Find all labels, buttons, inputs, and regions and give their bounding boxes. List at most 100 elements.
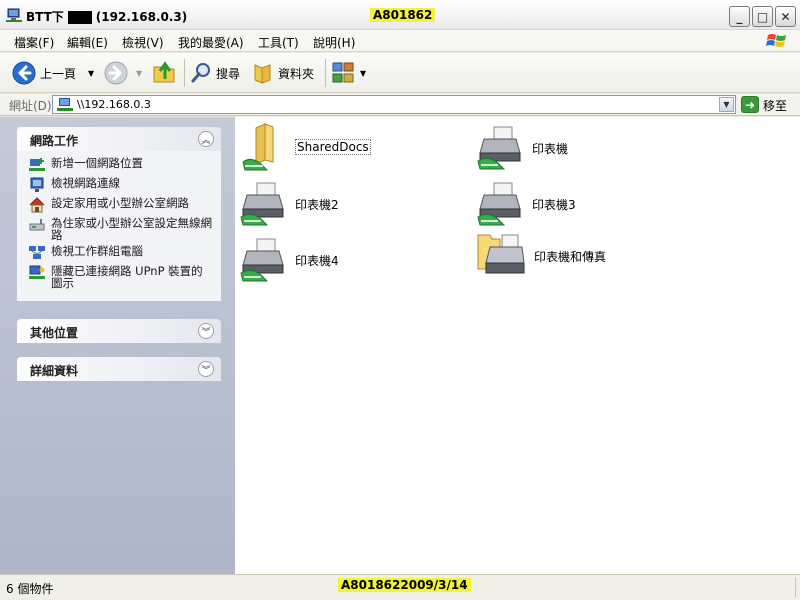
expand-chevron-icon[interactable]: ︾ [198,323,214,339]
shared-printer-icon [477,182,521,226]
network-tasks-title: 網路工作 [30,134,79,148]
shared-printer-icon [477,126,521,170]
workgroup-icon [29,246,45,259]
details-panel: 詳細資料 ︾ [17,357,221,381]
list-item[interactable]: 印表機 [476,125,568,171]
search-icon [191,63,210,83]
title-bar: BTT下 (192.168.0.3) A801862 _ □ ✕ [0,0,800,30]
forward-button[interactable]: ▼ [104,61,142,85]
back-arrow-icon [12,61,36,85]
maximize-button[interactable]: □ [752,6,773,27]
menu-help[interactable]: 說明(H) [313,34,355,51]
views-icon [332,62,354,83]
address-dropdown-icon[interactable]: ▼ [719,97,734,112]
home-network-icon [29,197,45,213]
toolbar-separator [325,59,326,87]
item-label: 印表機和傳真 [534,249,607,264]
folders-button[interactable]: 資料夾 [252,62,314,84]
shared-folder-icon [242,123,274,171]
toolbar: 上一頁 ▼ ▼ 搜尋 資料夾 ▼ [0,53,800,93]
shared-printer-icon [240,182,284,226]
task-hide-upnp[interactable]: 隱藏已連接網路 UPnP 裝置的圖示 [29,265,213,289]
minimize-button[interactable]: _ [729,6,750,27]
address-value: \\192.168.0.3 [77,98,151,111]
list-item[interactable]: 印表機4 [239,237,339,283]
menu-tools[interactable]: 工具(T) [258,34,299,51]
shared-printer-icon [240,238,284,282]
task-label: 檢視網路連線 [51,176,120,190]
window-controls: _ □ ✕ [729,6,796,27]
folders-label: 資料夾 [278,66,315,81]
other-places-title: 其他位置 [30,326,79,340]
task-view-network-connections[interactable]: 檢視網路連線 [29,177,213,193]
other-places-header[interactable]: 其他位置 ︾ [17,319,221,343]
task-pane: 網路工作 ︽ 新增一個網路位置 檢視網路連線 設定家用或小型辦公室網路 為住家或… [0,117,235,574]
list-item[interactable]: 印表機2 [239,181,339,227]
close-button[interactable]: ✕ [775,6,796,27]
watermark-top: A801862 [370,8,436,22]
item-label: SharedDocs [295,139,371,155]
wireless-setup-icon [29,219,45,231]
task-wireless-setup[interactable]: 為住家或小型辦公室設定無線網路 [29,217,213,241]
item-label: 印表機3 [532,197,576,212]
forward-dropdown-icon[interactable]: ▼ [136,69,142,78]
folders-icon [254,64,271,84]
status-separator [795,577,796,597]
task-label: 設定家用或小型辦公室網路 [51,196,189,210]
item-label: 印表機 [532,141,569,156]
back-label: 上一頁 [40,66,77,81]
add-network-place-icon [29,158,45,171]
back-button[interactable]: 上一頁 ▼ [12,61,94,85]
task-label: 檢視工作群組電腦 [51,244,143,258]
task-view-workgroup[interactable]: 檢視工作群組電腦 [29,245,213,261]
details-title: 詳細資料 [30,364,79,378]
menu-favorites[interactable]: 我的最愛(A) [178,34,244,51]
list-item[interactable]: 印表機和傳真 [476,233,606,279]
expand-chevron-icon[interactable]: ︾ [198,361,214,377]
search-button[interactable]: 搜尋 [190,62,240,84]
title-prefix: BTT下 [26,10,64,24]
menu-edit[interactable]: 編輯(E) [67,34,108,51]
go-arrow-icon[interactable]: ➜ [741,96,759,113]
address-label: 網址(D) [9,99,52,113]
task-label: 新增一個網路位置 [51,156,143,170]
printers-and-faxes-folder-icon [477,234,525,274]
redaction-block [67,11,92,24]
task-add-network-place[interactable]: 新增一個網路位置 [29,157,213,173]
search-label: 搜尋 [216,66,241,81]
views-button[interactable]: ▼ [332,62,366,84]
details-header[interactable]: 詳細資料 ︾ [17,357,221,381]
address-bar: 網址(D) \\192.168.0.3 ▼ ➜ 移至 [0,94,800,116]
watermark-bottom: A8018622009/3/14 [338,578,471,592]
object-count: 6 個物件 [6,582,54,596]
menu-view[interactable]: 檢視(V) [122,34,164,51]
go-button[interactable]: 移至 [763,97,787,114]
network-computer-icon [6,8,22,22]
views-dropdown-icon: ▼ [360,68,367,78]
upnp-icon [29,265,45,279]
task-label: 為住家或小型辦公室設定無線網路 [51,216,212,242]
toolbar-separator [184,59,185,87]
list-item[interactable]: 印表機3 [476,181,576,227]
address-input[interactable]: \\192.168.0.3 ▼ [52,95,736,114]
network-tasks-header[interactable]: 網路工作 ︽ [17,127,221,151]
windows-logo-icon [766,34,786,47]
file-list: SharedDocs 印表機 印表機2 印表機3 印表機4 印表機和傳真 [235,117,800,574]
menu-bar: 檔案(F) 編輯(E) 檢視(V) 我的最愛(A) 工具(T) 說明(H) [0,30,800,52]
task-home-network-setup[interactable]: 設定家用或小型辦公室網路 [29,197,213,213]
menu-file[interactable]: 檔案(F) [14,34,54,51]
network-tasks-list: 新增一個網路位置 檢視網路連線 設定家用或小型辦公室網路 為住家或小型辦公室設定… [17,151,221,301]
back-dropdown-icon[interactable]: ▼ [88,69,94,78]
window-title: BTT下 (192.168.0.3) [26,8,187,25]
task-label: 隱藏已連接網路 UPnP 裝置的圖示 [51,264,203,290]
item-label: 印表機2 [295,197,339,212]
network-connections-icon [30,177,44,192]
up-folder-button[interactable] [152,59,178,85]
title-suffix: (192.168.0.3) [95,10,188,24]
list-item[interactable]: SharedDocs [241,122,371,172]
other-places-panel: 其他位置 ︾ [17,319,221,343]
forward-arrow-icon [104,61,128,85]
collapse-chevron-icon[interactable]: ︽ [198,131,214,147]
network-tasks-panel: 網路工作 ︽ 新增一個網路位置 檢視網路連線 設定家用或小型辦公室網路 為住家或… [17,127,221,301]
up-folder-icon [153,61,175,83]
